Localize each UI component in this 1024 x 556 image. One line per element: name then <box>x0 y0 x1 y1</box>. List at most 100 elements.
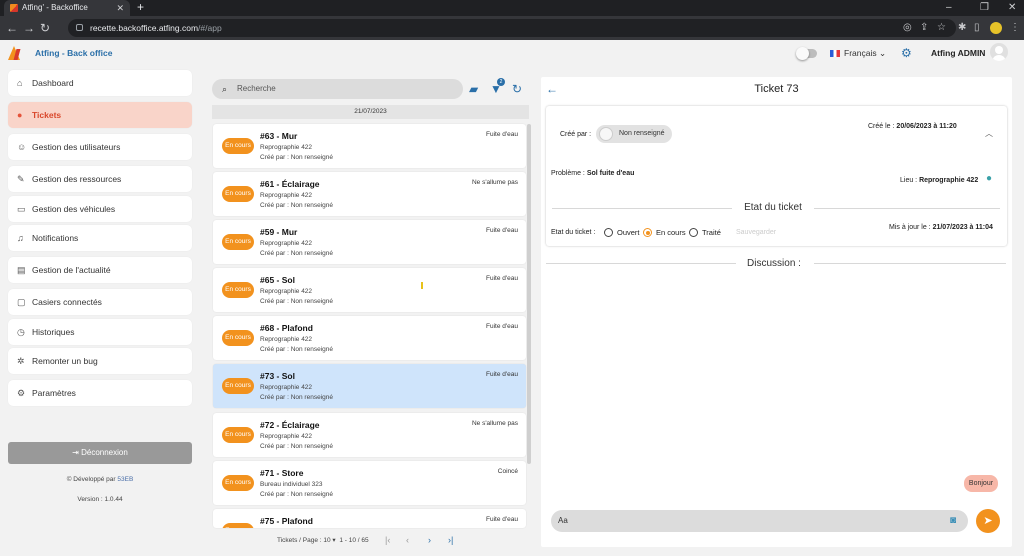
lock-icon <box>76 24 83 31</box>
problem-value: Sol fuite d'eau <box>586 170 635 177</box>
ticket-card[interactable]: En cours #68 - Plafond Reprographie 422 Cré… <box>213 316 526 360</box>
address-bar[interactable]: recette.backoffice.atfing.com/#/app <box>68 19 956 37</box>
ticket-card-type: Fuite d'eau <box>486 131 518 138</box>
message-input[interactable]: Aa <box>551 510 968 532</box>
url-path: /#/app <box>198 23 222 33</box>
ticket-card-creator: Créé par : Non renseigné <box>260 250 333 257</box>
save-button[interactable]: Sauvegarder <box>736 228 776 237</box>
locker-icon: ▢ <box>17 297 26 307</box>
reload-icon[interactable]: ↻ <box>40 16 50 40</box>
logout-button[interactable]: ⇥ Déconnexion <box>8 442 192 464</box>
place-value: Reprographie 422 <box>919 177 979 184</box>
creator-name: Non renseigné <box>619 130 665 137</box>
window-close-icon[interactable]: ✕ <box>1008 0 1016 16</box>
ticket-card[interactable]: En cours #65 - Sol Reprographie 422 Créé pa… <box>213 268 526 312</box>
browser-tab[interactable]: Atfing' - Backoffice ✕ <box>4 0 130 16</box>
ticket-card-type: Ne s'allume pas <box>471 179 518 186</box>
developer-brand[interactable]: 53EB <box>117 476 133 483</box>
ticket-card[interactable]: En cours #71 - Store Bureau individuel 323… <box>213 461 526 505</box>
sidebar-item-label: Notifications <box>32 233 79 243</box>
status-badge: En cours <box>222 186 254 202</box>
sidebar-item-dashboard[interactable]: ⌂ Dashboard <box>8 70 192 96</box>
minimize-icon[interactable]: – <box>946 0 952 16</box>
edit-icon: ✎ <box>17 174 25 184</box>
user-name: Atfing ADMIN <box>931 48 986 58</box>
ticket-card-title: #63 - Mur <box>260 131 298 141</box>
gear-icon[interactable]: ⚙ <box>901 46 912 60</box>
sidebar-item-tickets[interactable]: ● Tickets <box>8 102 192 128</box>
refresh-icon[interactable]: ↻ <box>512 80 522 98</box>
ticket-card[interactable]: En cours #61 - Éclairage Reprographie 422 C… <box>213 172 526 216</box>
status-badge: En cours <box>222 523 254 528</box>
theme-toggle[interactable] <box>796 47 817 60</box>
sidebar-item-label: Historiques <box>32 327 75 337</box>
sidebar-item-resources[interactable]: ✎ Gestion des ressources <box>8 166 192 192</box>
first-page-icon[interactable]: |‹ <box>385 534 390 546</box>
last-page-icon[interactable]: ›| <box>448 534 453 546</box>
avatar[interactable] <box>990 43 1008 61</box>
ticket-card-creator: Créé par : Non renseigné <box>260 491 333 498</box>
sidebar-item-notifications[interactable]: ♫ Notifications <box>8 225 192 251</box>
divider <box>814 208 1000 209</box>
prev-page-icon[interactable]: ‹ <box>406 534 409 546</box>
sidebar-item-users[interactable]: ☺ Gestion des utilisateurs <box>8 134 192 160</box>
ticket-card[interactable]: En cours #63 - Mur Reprographie 422 Créé pa… <box>213 124 526 168</box>
search-icon: ⌕ <box>222 84 228 94</box>
bug-icon: ✲ <box>17 356 25 366</box>
radio-traite[interactable] <box>689 228 698 237</box>
updated-on-label: Mis à jour le : <box>889 224 931 231</box>
sidebar-item-history[interactable]: ◷ Historiques <box>8 319 192 345</box>
google-lens-icon[interactable]: ◎ <box>903 16 912 40</box>
sidebar-item-label: Gestion des véhicules <box>32 204 116 214</box>
chat-icon[interactable]: ▰ <box>469 80 478 98</box>
problem-label: Problème : <box>551 170 585 177</box>
sidebar-item-lockers[interactable]: ▢ Casiers connectés <box>8 289 192 315</box>
camera-icon[interactable]: ◙ <box>950 514 956 528</box>
radio-ouvert[interactable] <box>604 228 613 237</box>
ticket-card-location: Bureau individuel 323 <box>260 481 323 488</box>
next-page-icon[interactable]: › <box>428 534 431 546</box>
divider <box>552 208 732 209</box>
radio-en-cours[interactable] <box>643 228 652 237</box>
sidebar-item-news[interactable]: ▤ Gestion de l'actualité <box>8 257 192 283</box>
send-button[interactable]: ➤ <box>976 509 1000 533</box>
chevron-up-icon[interactable]: ︿ <box>985 128 993 139</box>
ticket-card-location: Reprographie 422 <box>260 433 313 440</box>
location-pin-icon[interactable]: ● <box>986 174 994 184</box>
chat-message-bubble: Bonjour <box>964 475 998 492</box>
extensions-icon[interactable]: ✱ <box>958 16 966 40</box>
language-selector[interactable]: Français ⌄ <box>830 46 886 60</box>
sidepanel-icon[interactable]: ▯ <box>974 16 980 40</box>
ticket-card[interactable]: En cours #75 - Plafond Fuite d'eau <box>213 509 526 528</box>
close-tab-icon[interactable]: ✕ <box>116 0 124 16</box>
browser-tab-bar <box>0 0 1024 16</box>
list-scrollbar[interactable] <box>527 124 531 464</box>
restore-icon[interactable]: ❐ <box>980 0 989 16</box>
created-on-label: Créé le : <box>868 123 895 130</box>
browser-menu-icon[interactable]: ⋮ <box>1010 16 1020 40</box>
sidebar-item-label: Dashboard <box>32 78 74 88</box>
caret-down-icon[interactable]: ▾ <box>332 537 335 544</box>
ticket-card-type: Fuite d'eau <box>486 516 518 523</box>
ticket-card-type: Ne s'allume pas <box>471 420 518 427</box>
share-icon[interactable]: ⇪ <box>920 16 928 40</box>
search-input[interactable]: ⌕ Recherche <box>212 79 463 99</box>
app-version: Version : 1.0.44 <box>77 496 123 503</box>
sidebar-item-settings[interactable]: ⚙ Paramètres <box>8 380 192 406</box>
browser-forward-icon[interactable]: → <box>23 16 35 40</box>
ticket-card[interactable]: En cours #59 - Mur Reprographie 422 Créé pa… <box>213 220 526 264</box>
new-tab-icon[interactable]: + <box>137 0 144 15</box>
browser-back-icon[interactable]: ← <box>6 16 18 40</box>
page-size-select[interactable]: 10 <box>323 537 330 544</box>
ticket-card-title: #72 - Éclairage <box>260 420 320 430</box>
sidebar-item-bug[interactable]: ✲ Remonter un bug <box>8 348 192 374</box>
ticket-card[interactable]: En cours #72 - Éclairage Reprographie 422 C… <box>213 413 526 457</box>
search-placeholder: Recherche <box>237 84 276 93</box>
bookmark-star-icon[interactable]: ☆ <box>937 16 946 40</box>
state-label: Etat du ticket : <box>551 229 596 236</box>
ticket-card-location: Reprographie 422 <box>260 288 313 295</box>
browser-profile-icon[interactable] <box>990 22 1002 34</box>
ticket-card-creator: Créé par : Non renseigné <box>260 154 333 161</box>
ticket-card[interactable]: En cours #73 - Sol Reprographie 422 Créé pa… <box>213 364 526 408</box>
sidebar-item-vehicles[interactable]: ▭ Gestion des véhicules <box>8 196 192 222</box>
